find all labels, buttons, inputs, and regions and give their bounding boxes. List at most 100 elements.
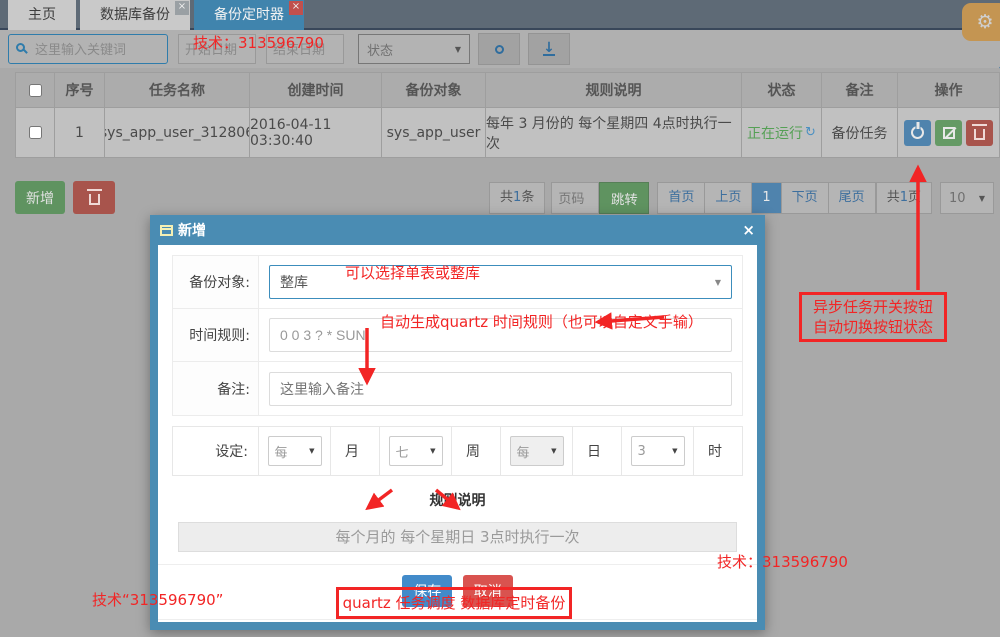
close-icon[interactable]: ×	[742, 221, 755, 239]
hour-unit: 时	[708, 444, 722, 460]
annotation-switch-hint-box: 异步任务开关按钮 自动切换按钮状态	[799, 292, 947, 342]
table-header-row: 序号 任务名称 创建时间 备份对象 规则说明 状态 备注 操作	[15, 72, 1000, 108]
tab-list: 主页 数据库备份 × 备份定时器 ×	[0, 0, 1000, 30]
header-checkbox-cell	[15, 72, 55, 108]
select-all-checkbox[interactable]	[28, 83, 42, 97]
dialog-title: 新增	[178, 223, 206, 239]
day-select[interactable]: 每 ▼	[509, 436, 564, 466]
day-select-cell: 每 ▼	[501, 427, 573, 475]
remark-input[interactable]	[269, 371, 732, 406]
total-pages: 共1页	[875, 182, 932, 214]
pagination: 共1条 跳转 首页 上页 1 下页 尾页 共1页 10 ▼	[489, 182, 994, 214]
backup-target-label: 备份对象:	[173, 256, 259, 308]
remark-field	[259, 362, 742, 415]
backup-target-value: 整库	[280, 275, 308, 291]
row-checkbox-cell	[15, 108, 55, 158]
add-button[interactable]: 新增	[15, 181, 65, 214]
spinner-icon: ↻	[805, 125, 816, 140]
day-unit: 日	[573, 427, 622, 475]
chevron-down-icon: ▼	[714, 277, 721, 287]
cell-index: 1	[55, 108, 105, 158]
week-select-value: 七	[395, 445, 409, 461]
total-prefix: 共	[500, 190, 514, 205]
chevron-down-icon: ▼	[672, 447, 678, 455]
list-actions: 新增	[15, 181, 115, 214]
header-remark: 备注	[822, 72, 898, 108]
table-row: 1 sys_app_user_312806 2016-04-11 03:30:4…	[15, 108, 1000, 158]
trash-icon	[972, 124, 987, 140]
month-select[interactable]: 每 ▼	[267, 436, 322, 466]
jump-button[interactable]: 跳转	[599, 182, 650, 214]
window-icon	[160, 224, 173, 236]
dialog-body: 备份对象: 整库 ▼ 时间规则: 备注:	[158, 245, 757, 622]
search-button[interactable]	[478, 33, 520, 65]
rule-description-result: 每个月的 每个星期日 3点时执行一次	[178, 522, 737, 552]
power-icon	[911, 126, 924, 139]
status-select[interactable]: 状态 ▼	[358, 34, 470, 64]
chevron-down-icon: ▼	[309, 447, 315, 455]
edit-task-button[interactable]	[935, 119, 962, 146]
current-page[interactable]: 1	[752, 182, 782, 214]
page-size-select[interactable]: 10 ▼	[940, 182, 994, 214]
tab-bar: 主页 数据库备份 × 备份定时器 × ⚙	[0, 0, 1000, 41]
cell-actions	[898, 108, 1000, 158]
prev-page-button[interactable]: 上页	[705, 182, 753, 214]
header-actions: 操作	[898, 72, 1000, 108]
tab-backup-timer-label: 备份定时器	[214, 7, 284, 23]
status-text: 正在运行	[747, 125, 804, 142]
annotation-switch-hint-line2: 自动切换按钮状态	[812, 318, 933, 336]
annotation-select-hint: 可以选择单表或整库	[345, 264, 481, 282]
status-select-value: 状态	[367, 43, 394, 59]
annotation-quartz-box: quartz 任务调度 数据库定时备份	[336, 587, 572, 619]
annotation-qq-mid-right: 技术：313596790	[717, 553, 848, 571]
page-number-input[interactable]	[551, 182, 600, 214]
page: 主页 数据库备份 × 备份定时器 × ⚙ 状态 ▼ ↓	[0, 0, 1000, 633]
pages-suffix: 页	[907, 190, 921, 205]
backup-target-select[interactable]: 整库 ▼	[269, 265, 732, 299]
chevron-down-icon: ▼	[454, 44, 461, 54]
header-rule: 规则说明	[486, 72, 742, 108]
week-select[interactable]: 七 ▼	[388, 436, 443, 466]
download-icon: ↓	[543, 40, 555, 56]
chevron-down-icon: ▼	[551, 447, 557, 455]
annotation-qq-bottom-left: 技术“313596790”	[92, 591, 224, 609]
header-task-name: 任务名称	[105, 72, 250, 108]
search-icon	[494, 44, 504, 54]
hour-select[interactable]: 3 ▼	[630, 436, 685, 466]
remark-label: 备注:	[173, 362, 259, 415]
total-count: 共1条	[489, 182, 546, 214]
tab-close-icon[interactable]: ×	[289, 1, 303, 15]
backup-target-field: 整库 ▼	[259, 256, 742, 308]
toggle-task-button[interactable]	[904, 119, 931, 146]
schedule-setting-row: 设定: 每 ▼ 月 七 ▼ 周 每 ▼ 日 3 ▼ 时	[172, 426, 743, 476]
next-page-button[interactable]: 下页	[781, 182, 829, 214]
tab-close-icon[interactable]: ×	[175, 1, 189, 15]
settings-button[interactable]: ⚙	[962, 3, 1000, 41]
first-page-button[interactable]: 首页	[657, 182, 706, 214]
tab-backup-timer[interactable]: 备份定时器 ×	[194, 0, 304, 30]
header-status: 状态	[742, 72, 822, 108]
search-icon	[16, 43, 25, 52]
page-size-value: 10	[949, 190, 966, 206]
cell-remark: 备份任务	[822, 108, 898, 158]
search-toolbar: 状态 ▼ ↓	[0, 30, 1000, 68]
tab-home[interactable]: 主页	[8, 0, 76, 30]
annotation-time-rule-hint: 自动生成quartz 时间规则（也可以自定义手输）	[380, 313, 703, 331]
keyword-input[interactable]	[8, 34, 168, 64]
delete-task-button[interactable]	[966, 119, 993, 146]
cell-rule: 每年 3 月份的 每个星期四 4点时执行一次	[486, 108, 742, 158]
cell-created: 2016-04-11 03:30:40	[250, 108, 382, 158]
delete-selected-button[interactable]	[73, 181, 115, 214]
edit-icon	[942, 126, 955, 139]
hour-select-value: 3	[637, 443, 646, 459]
dialog-titlebar[interactable]: 新增 ×	[150, 215, 765, 245]
header-target: 备份对象	[382, 72, 486, 108]
time-rule-label: 时间规则:	[173, 309, 259, 361]
export-button[interactable]: ↓	[528, 33, 570, 65]
cell-target: sys_app_user	[382, 108, 486, 158]
tab-db-backup[interactable]: 数据库备份 ×	[80, 0, 190, 30]
chevron-down-icon: ▼	[430, 447, 436, 455]
row-checkbox[interactable]	[28, 126, 42, 139]
trash-icon	[86, 189, 102, 205]
last-page-button[interactable]: 尾页	[828, 182, 876, 214]
